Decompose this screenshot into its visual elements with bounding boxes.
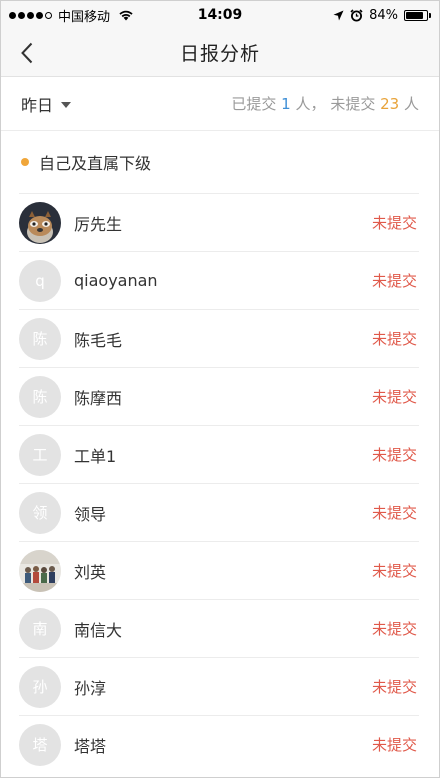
member-name: 领导 <box>74 504 107 524</box>
status-label: 未提交 <box>371 562 417 580</box>
wifi-icon <box>119 10 133 21</box>
avatar: 领 <box>19 491 61 534</box>
status-label: 未提交 <box>371 214 417 232</box>
battery-percent: 84% <box>369 7 398 23</box>
member-name: 厉先生 <box>74 214 123 234</box>
alarm-clock-icon <box>350 8 363 21</box>
status-label: 未提交 <box>371 446 417 464</box>
unsubmitted-label: 未提交 <box>330 95 376 113</box>
submitted-label: 已提交 <box>231 95 277 113</box>
avatar <box>19 201 61 244</box>
list-item[interactable]: 塔塔塔 未提交 <box>19 715 419 773</box>
avatar <box>19 549 61 592</box>
date-dropdown-label: 昨日 <box>21 95 54 115</box>
signal-strength-icon <box>9 11 52 19</box>
chevron-left-icon <box>21 42 33 64</box>
status-bar: 中国移动 14:09 84% <box>1 1 439 29</box>
navigation-bar: 日报分析 <box>1 29 439 77</box>
group-header: 自己及直属下级 <box>1 131 439 193</box>
date-dropdown[interactable]: 昨日 <box>21 92 72 116</box>
list-item[interactable]: 孙孙淳 未提交 <box>19 657 419 715</box>
status-label: 未提交 <box>371 388 417 406</box>
filter-bar: 昨日 已提交 1 人， 未提交 23 人 <box>1 77 439 131</box>
avatar: 孙 <box>19 665 61 708</box>
group-title: 自己及直属下级 <box>39 154 152 173</box>
caret-down-icon <box>61 101 72 108</box>
status-label: 未提交 <box>371 330 417 348</box>
status-label: 未提交 <box>371 678 417 696</box>
list-item[interactable]: q qiaoyanan 未提交 <box>19 251 419 309</box>
member-list: 厉先生 未提交 q qiaoyanan 未提交陈陈毛毛 未提交陈陈摩西 未提交工工单1 未提交… <box>19 193 419 773</box>
member-name: 工单1 <box>74 446 117 466</box>
avatar: 陈 <box>19 375 61 418</box>
avatar: 工 <box>19 433 61 476</box>
status-left: 中国移动 <box>9 6 134 25</box>
member-name: qiaoyanan <box>74 271 158 290</box>
status-label: 未提交 <box>371 620 417 638</box>
list-item[interactable]: 刘英 未提交 <box>19 541 419 599</box>
list-item[interactable]: 厉先生 未提交 <box>19 193 419 251</box>
avatar: 南 <box>19 607 61 650</box>
member-name: 塔塔 <box>74 736 107 756</box>
submission-summary: 已提交 1 人， 未提交 23 人 <box>231 93 419 114</box>
member-name: 陈摩西 <box>74 388 123 408</box>
status-label: 未提交 <box>371 504 417 522</box>
member-name: 刘英 <box>74 562 107 582</box>
status-label: 未提交 <box>371 272 417 290</box>
member-name: 南信大 <box>74 620 123 640</box>
list-item[interactable]: 南南信大 未提交 <box>19 599 419 657</box>
avatar: q <box>19 259 61 302</box>
avatar: 塔 <box>19 723 61 766</box>
page-title: 日报分析 <box>179 43 260 65</box>
list-item[interactable]: 陈陈摩西 未提交 <box>19 367 419 425</box>
summary-separator: ， <box>310 95 326 113</box>
carrier-name: 中国移动 <box>58 9 111 25</box>
status-label: 未提交 <box>371 736 417 754</box>
group-dot-icon <box>21 158 29 166</box>
list-item[interactable]: 领领导 未提交 <box>19 483 419 541</box>
app-frame: 中国移动 14:09 84% 日报分析 昨日 已提交 1 人， 未提交 23 人… <box>0 0 440 778</box>
member-name: 陈毛毛 <box>74 330 123 350</box>
member-name: 孙淳 <box>74 678 107 698</box>
back-button[interactable] <box>9 29 45 77</box>
unsubmitted-count: 23 <box>380 95 400 113</box>
status-right: 84% <box>333 8 431 23</box>
list-item[interactable]: 陈陈毛毛 未提交 <box>19 309 419 367</box>
location-arrow-icon <box>333 10 344 20</box>
list-item[interactable]: 工工单1 未提交 <box>19 425 419 483</box>
submitted-unit: 人 <box>295 95 311 113</box>
battery-icon <box>404 9 431 21</box>
unsubmitted-unit: 人 <box>403 95 419 113</box>
avatar: 陈 <box>19 317 61 360</box>
submitted-count: 1 <box>281 95 291 113</box>
